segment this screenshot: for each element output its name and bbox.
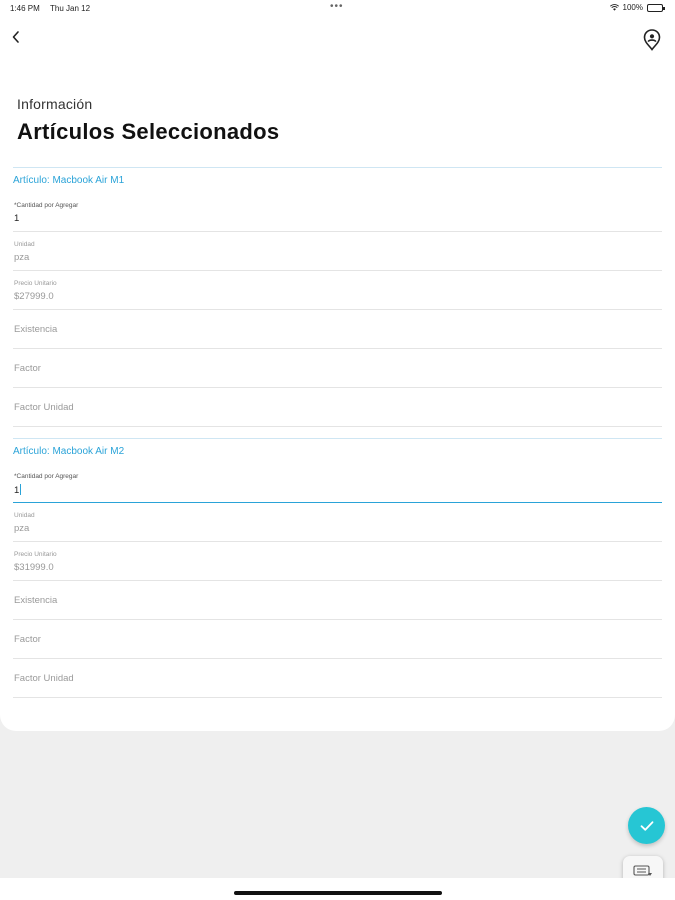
chevron-left-icon <box>12 31 19 43</box>
text-caret <box>20 484 22 495</box>
factor-unit-placeholder: Factor Unidad <box>14 402 74 413</box>
unit-value: pza <box>14 523 30 534</box>
unit-field: Unidad pza <box>13 503 662 542</box>
unit-label: Unidad <box>14 512 35 519</box>
factor-field: Factor <box>13 620 662 659</box>
unit-label: Unidad <box>14 241 35 248</box>
factor-unit-placeholder: Factor Unidad <box>14 673 74 684</box>
stock-field: Existencia <box>13 310 662 349</box>
factor-placeholder: Factor <box>14 634 41 645</box>
unit-field: Unidad pza <box>13 232 662 271</box>
location-button[interactable] <box>641 28 663 52</box>
unit-value: pza <box>14 252 30 263</box>
quantity-label: *Cantidad por Agregar <box>14 473 79 480</box>
quantity-value: 1 <box>14 485 20 496</box>
status-time: 1:46 PM <box>10 4 40 13</box>
section-divider <box>13 167 662 168</box>
bottom-bar <box>0 878 675 900</box>
status-bar: 1:46 PM Thu Jan 12 ••• 100% <box>0 0 675 18</box>
factor-field: Factor <box>13 349 662 388</box>
page-title: Artículos Seleccionados <box>17 119 280 144</box>
check-icon <box>640 820 653 831</box>
price-label: Precio Unitario <box>14 280 57 287</box>
home-indicator[interactable] <box>234 891 442 895</box>
price-field: Precio Unitario $27999.0 <box>13 271 662 310</box>
factor-placeholder: Factor <box>14 363 41 374</box>
multitasking-dots[interactable]: ••• <box>330 1 344 12</box>
stock-placeholder: Existencia <box>14 324 58 335</box>
price-label: Precio Unitario <box>14 551 57 558</box>
quantity-label: *Cantidad por Agregar <box>14 202 79 209</box>
factor-unit-field: Factor Unidad <box>13 388 662 427</box>
price-value: $27999.0 <box>14 291 54 302</box>
keyboard-icon <box>633 865 652 876</box>
section-overline: Información <box>17 96 93 112</box>
back-button[interactable] <box>6 27 26 47</box>
stock-placeholder: Existencia <box>14 595 58 606</box>
status-date: Thu Jan 12 <box>50 4 91 13</box>
item-title: Artículo: Macbook Air M1 <box>13 175 125 186</box>
quantity-field[interactable]: *Cantidad por Agregar 1 <box>13 464 662 503</box>
battery-icon <box>647 3 665 12</box>
location-pin-icon <box>643 29 661 51</box>
wifi-icon <box>609 4 619 11</box>
item-title: Artículo: Macbook Air M2 <box>13 446 125 457</box>
quantity-value: 1 <box>14 213 20 224</box>
factor-unit-field: Factor Unidad <box>13 659 662 698</box>
quantity-value-wrap: 1 <box>14 484 22 496</box>
stock-field: Existencia <box>13 581 662 620</box>
price-value: $31999.0 <box>14 562 54 573</box>
battery-percent: 100% <box>622 3 643 12</box>
status-right: 100% <box>609 3 665 12</box>
quantity-field[interactable]: *Cantidad por Agregar 1 <box>13 193 662 232</box>
section-divider <box>13 438 662 439</box>
form-card: Información Artículos Seleccionados Artí… <box>0 18 675 731</box>
price-field: Precio Unitario $31999.0 <box>13 542 662 581</box>
confirm-button[interactable] <box>628 807 665 844</box>
